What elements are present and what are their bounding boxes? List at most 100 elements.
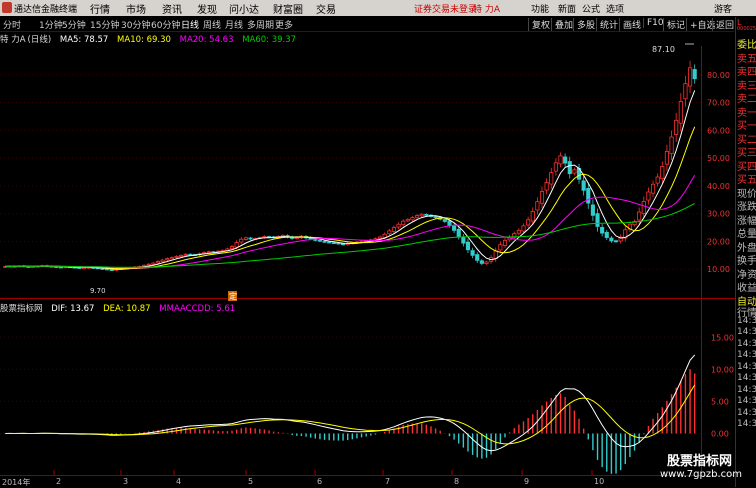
candle-body (151, 262, 156, 265)
candle-body (179, 254, 184, 258)
candle-body (424, 213, 429, 216)
candle-body (146, 263, 151, 266)
time-axis-label: 5 (248, 477, 254, 486)
price-tick: 20.00 (707, 237, 730, 246)
candle-body (498, 244, 503, 251)
candle-body (433, 216, 438, 219)
time-axis-label: 2 (56, 477, 62, 486)
candle-body (526, 219, 531, 226)
candle-body (401, 220, 406, 226)
candle-body (206, 251, 211, 254)
high-price-label: 87.10 (652, 45, 675, 54)
candle-body (502, 239, 508, 246)
candle-body (544, 182, 549, 191)
candle-body (456, 229, 461, 237)
candle-body (664, 151, 669, 165)
candle-body (447, 220, 452, 226)
candle-body (359, 240, 364, 243)
watermark: 股票指标网 www.7gpzb.com (660, 450, 742, 480)
candle-body (669, 136, 674, 155)
candle-body (660, 166, 665, 179)
kline-chart[interactable]: 80.0070.0060.0050.0040.0030.0020.0010.00… (0, 0, 735, 487)
candle-body (604, 232, 609, 238)
candle-body (563, 156, 568, 164)
candle-body (100, 268, 105, 270)
price-tick: 10.00 (707, 265, 730, 274)
price-tick: 60.00 (707, 126, 730, 135)
candle-body (387, 230, 392, 235)
quote-panel-item: 14:35 (737, 338, 756, 349)
quote-panel-item: 14:35 (737, 327, 756, 337)
candle-body (327, 241, 332, 244)
candle-body (465, 241, 471, 251)
candle-body (646, 191, 651, 201)
quote-panel-item: 14:35 (737, 396, 756, 406)
candle-body (229, 246, 235, 249)
candle-body (475, 254, 480, 261)
quote-panel-item: 14:35 (737, 419, 756, 429)
candle-body (415, 215, 420, 218)
candle-body (674, 119, 679, 135)
quote-panel-item: 14:35 (737, 361, 756, 372)
time-axis: 2014年 2 3 4 5 6 7 8 9 10 (0, 475, 734, 488)
quote-panel-item: 14:35 (737, 350, 756, 360)
time-axis-label: 6 (317, 477, 323, 486)
candle-body (558, 155, 563, 165)
candle-body (169, 257, 174, 260)
price-tick: 80.00 (707, 71, 730, 80)
candle-body (650, 183, 656, 194)
candle-body (109, 269, 114, 271)
time-axis-label: 3 (123, 477, 129, 486)
time-axis-label: 10 (594, 477, 605, 486)
watermark-url: www.7gpzb.com (660, 469, 742, 480)
time-axis-label: 8 (454, 477, 460, 486)
candle-body (586, 188, 591, 204)
candle-body (521, 225, 526, 232)
quote-panel-code: 000025 (737, 26, 756, 32)
candle-body (479, 260, 484, 264)
candle-body (595, 213, 600, 227)
price-tick: 30.00 (707, 210, 730, 219)
candle-body (378, 236, 383, 239)
candle-body (641, 201, 646, 214)
time-axis-label: 9 (524, 477, 530, 486)
ma10-line (5, 126, 696, 269)
candle-body (572, 169, 577, 174)
candle-body (590, 204, 595, 216)
candle-body (678, 101, 683, 124)
quote-panel-item: 14:35 (737, 384, 756, 395)
candle-body (391, 227, 397, 232)
candle-body (516, 229, 521, 234)
candle-body (484, 261, 489, 264)
candle-body (655, 176, 660, 184)
candle-body (165, 258, 170, 261)
quote-panel: L 000025 委比 卖五 卖四 卖三 卖二 卖一 买一 买二 买三 买四 买五 现价 涨跌 涨幅 总量 外盘换… (735, 17, 756, 487)
candle-body (155, 261, 161, 264)
candle-body (637, 211, 642, 221)
time-axis-label: 7 (385, 477, 391, 486)
candle-body (493, 250, 498, 259)
quote-panel-item: 14:34 (737, 315, 756, 326)
candle-body (581, 180, 586, 191)
price-tick: 70.00 (707, 99, 730, 108)
candle-body (405, 219, 410, 222)
candle-body (243, 237, 248, 240)
candle-body (549, 172, 554, 185)
candle-body (340, 243, 346, 246)
low-price-label: 9.70 (90, 287, 106, 295)
candle-body (174, 256, 179, 258)
candle-body (600, 227, 605, 234)
candle-body (419, 213, 424, 217)
candle-body (692, 69, 697, 80)
candle-body (248, 237, 253, 240)
candle-body (613, 240, 619, 243)
candle-body (539, 191, 545, 204)
watermark-title: 股票指标网 (666, 454, 732, 469)
macd-tick: 5.00 (711, 397, 729, 406)
candle-body (382, 233, 387, 238)
candle-body (239, 238, 244, 243)
candle-body (535, 201, 540, 211)
price-tick: 40.00 (707, 182, 730, 191)
price-tick: 50.00 (707, 154, 730, 163)
macd-tick: 0.00 (711, 430, 729, 439)
